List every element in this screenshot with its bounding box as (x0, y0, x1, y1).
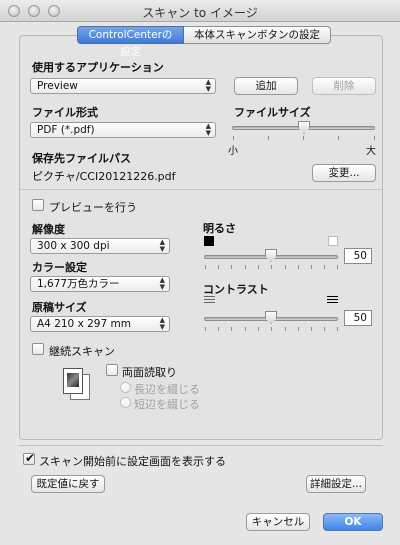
file-format-label: ファイル形式 (32, 106, 98, 119)
color-select[interactable]: 1,677万色カラー ▲ ▼ (30, 276, 170, 292)
high-contrast-icon (327, 296, 338, 305)
document-size-select-value: A4 210 x 297 mm (37, 318, 131, 330)
bottom-separator (19, 445, 383, 446)
resolution-label: 解像度 (32, 223, 65, 236)
tab-bar: ControlCenterの設定 本体スキャンボタンの設定 (77, 26, 331, 58)
continuous-scan-checkbox[interactable] (32, 343, 44, 355)
short-edge-radio[interactable] (120, 397, 131, 408)
popup-arrows-icon: ▲ ▼ (205, 78, 211, 93)
popup-arrows-icon: ▲ ▼ (205, 122, 211, 137)
brightness-slider-thumb[interactable] (265, 249, 277, 262)
popup-arrows-icon: ▲ ▼ (159, 238, 165, 253)
show-settings-checkbox[interactable]: ✔ (23, 451, 36, 465)
long-edge-label: 長辺を綴じる (134, 383, 200, 396)
duplex-pages-icon (60, 366, 98, 404)
file-size-slider-thumb[interactable] (298, 121, 310, 134)
save-path-label: 保存先ファイルパス (32, 152, 131, 165)
file-format-select-value: PDF (*.pdf) (37, 124, 95, 136)
popup-arrows-icon: ▲ ▼ (159, 276, 165, 291)
duplex-checkbox[interactable] (106, 364, 118, 376)
resolution-select[interactable]: 300 x 300 dpi ▲ ▼ (30, 238, 170, 254)
show-settings-label: スキャン開始前に設定画面を表示する (39, 455, 226, 468)
window-title: スキャン to イメージ (142, 6, 258, 20)
contrast-value-field[interactable]: 50 (344, 310, 372, 326)
tab-controlcenter-settings[interactable]: ControlCenterの設定 (77, 26, 184, 58)
file-size-min-label: 小 (228, 146, 238, 157)
application-label: 使用するアプリケーション (32, 61, 164, 74)
contrast-label: コントラスト (203, 283, 269, 296)
tab-device-scan-button-settings[interactable]: 本体スキャンボタンの設定 (184, 26, 331, 44)
ok-button[interactable]: OK (323, 513, 383, 531)
change-path-button[interactable]: 変更... (312, 164, 376, 182)
light-square-icon (328, 236, 338, 246)
brightness-value-field[interactable]: 50 (344, 248, 372, 264)
low-contrast-icon (204, 296, 215, 305)
add-application-button[interactable]: 追加 (234, 77, 298, 95)
file-format-select[interactable]: PDF (*.pdf) ▲ ▼ (30, 122, 216, 138)
preview-label: プレビューを行う (49, 201, 137, 214)
continuous-scan-label: 継続スキャン (49, 345, 115, 358)
short-edge-label: 短辺を綴じる (134, 398, 200, 411)
brightness-ticks (205, 265, 338, 269)
checkmark-icon: ✔ (25, 451, 36, 465)
resolution-select-value: 300 x 300 dpi (37, 240, 110, 252)
color-label: カラー設定 (32, 261, 87, 274)
restore-defaults-button[interactable]: 既定値に戻す (31, 475, 105, 493)
delete-application-button[interactable]: 削除 (312, 77, 376, 95)
application-select[interactable]: Preview ▲ ▼ (30, 78, 216, 94)
file-size-ticks (233, 136, 375, 140)
section-divider (20, 189, 382, 190)
title-bar: スキャン to イメージ (0, 0, 400, 22)
contrast-slider-thumb[interactable] (265, 311, 277, 324)
cancel-button[interactable]: キャンセル (246, 513, 310, 531)
application-select-value: Preview (37, 80, 78, 92)
popup-arrows-icon: ▲ ▼ (159, 316, 165, 331)
advanced-settings-button[interactable]: 詳細設定... (306, 475, 366, 493)
file-size-label: ファイルサイズ (234, 106, 311, 119)
settings-panel: 使用するアプリケーション Preview ▲ ▼ 追加 削除 ファイル形式 PDF… (19, 35, 383, 440)
document-size-label: 原稿サイズ (32, 301, 87, 314)
document-size-select[interactable]: A4 210 x 297 mm ▲ ▼ (30, 316, 170, 332)
save-path-value: ピクチャ/CCI20121226.pdf (32, 170, 176, 183)
brightness-label: 明るさ (203, 222, 236, 235)
duplex-label: 両面読取り (122, 366, 177, 379)
preview-checkbox[interactable] (32, 199, 44, 211)
long-edge-radio[interactable] (120, 382, 131, 393)
contrast-ticks (205, 327, 338, 331)
file-size-max-label: 大 (366, 146, 376, 157)
color-select-value: 1,677万色カラー (37, 278, 120, 290)
dark-square-icon (204, 236, 214, 246)
